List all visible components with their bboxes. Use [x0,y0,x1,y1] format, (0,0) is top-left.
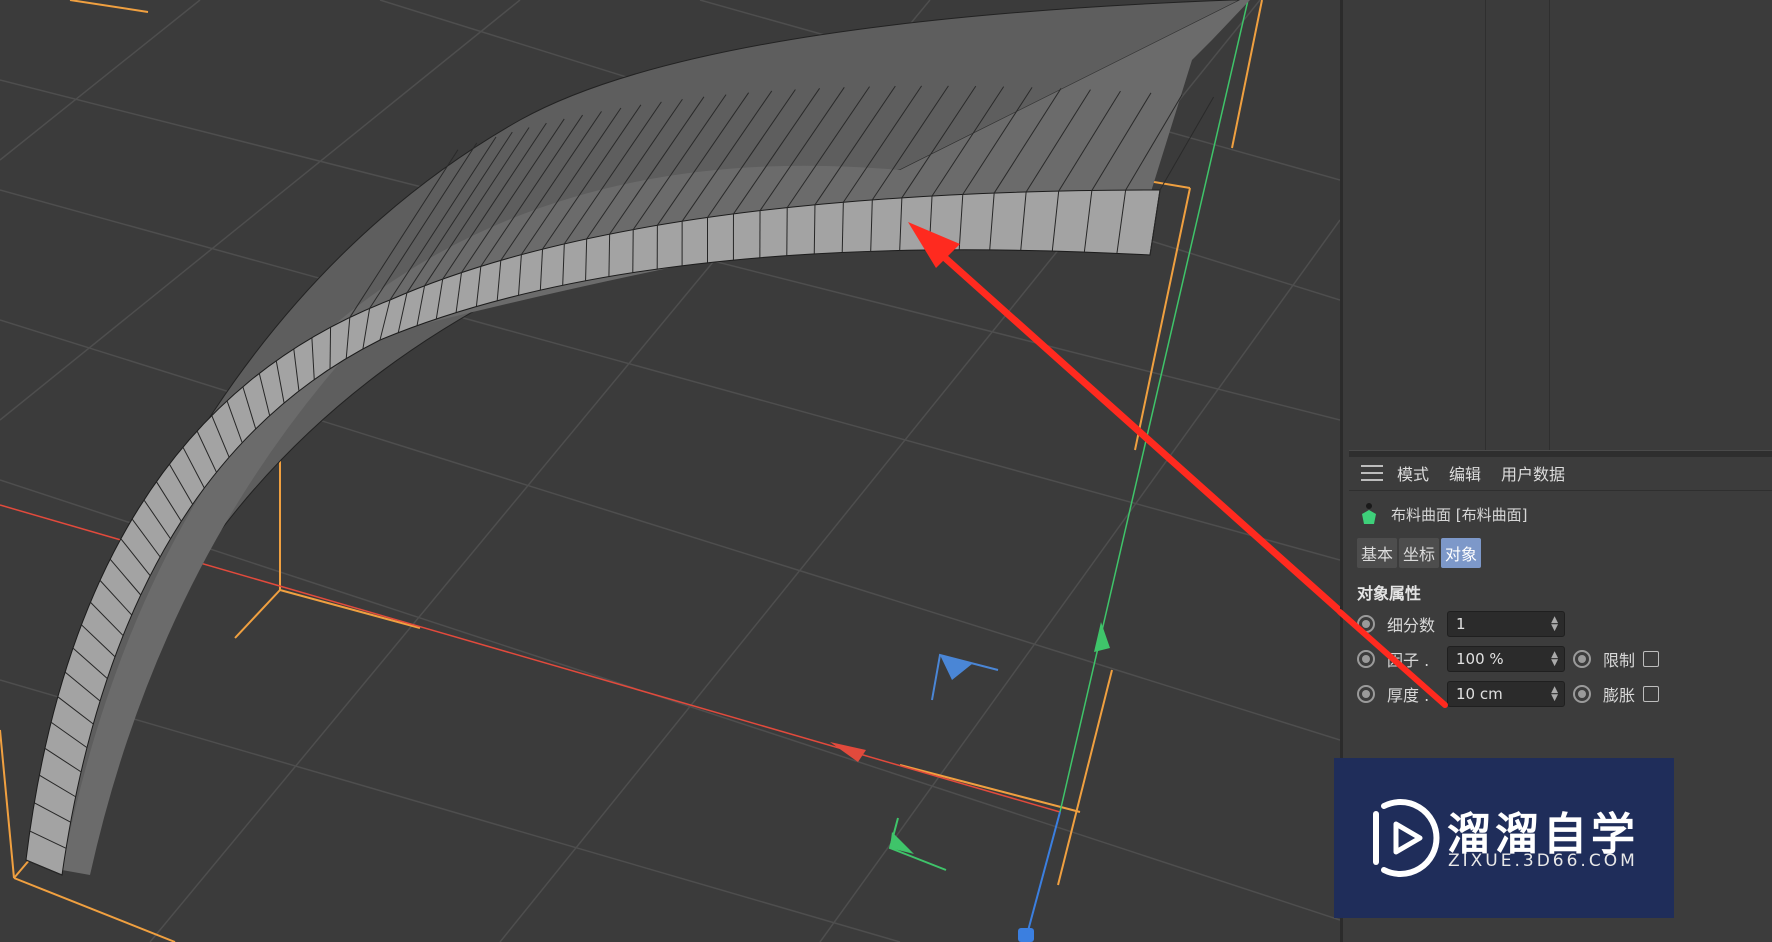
param-thickness: 厚度 . 10 cm ▲ ▼ 膨胀 [1357,681,1660,707]
attribute-menu-bar: 模式 编辑 用户数据 [1349,456,1772,491]
segment-line [608,234,611,277]
param-label: 细分数 [1387,616,1436,635]
thickness-field[interactable]: 10 cm ▲ ▼ [1447,681,1565,707]
play-logo-icon [1373,799,1440,877]
animate-radio-icon[interactable] [1357,650,1375,668]
menu-mode[interactable]: 模式 [1397,461,1429,485]
expand-option: 膨胀 [1573,682,1660,706]
factor-field[interactable]: 100 % ▲ ▼ [1447,646,1565,672]
watermark: 溜溜自学 ZIXUE.3D66.COM [1334,758,1674,918]
expand-checkbox[interactable] [1643,686,1660,702]
z-axis-handle-icon [1018,928,1034,942]
menu-edit[interactable]: 编辑 [1449,461,1481,485]
column-divider [1549,0,1550,450]
expand-label: 膨胀 [1603,686,1636,705]
animate-radio-icon[interactable] [1573,650,1591,668]
3d-viewport[interactable] [0,0,1340,942]
object-header: 布料曲面 [布料曲面] [1349,500,1772,528]
tab-coord[interactable]: 坐标 [1399,538,1440,568]
watermark-subtitle: ZIXUE.3D66.COM [1448,851,1638,871]
animate-radio-icon[interactable] [1357,615,1375,633]
param-label: 因子 . [1387,651,1430,670]
animate-radio-icon[interactable] [1357,685,1375,703]
cloth-surface-icon [1359,502,1379,526]
section-title: 对象属性 [1357,584,1422,603]
tab-object[interactable]: 对象 [1441,538,1482,568]
param-subdivisions: 细分数 1 ▲ ▼ [1357,611,1565,637]
attribute-tabs: 基本 坐标 对象 [1357,538,1483,568]
param-label: 厚度 . [1387,686,1430,705]
field-value[interactable]: 100 % [1456,650,1504,668]
animate-radio-icon[interactable] [1573,685,1591,703]
field-value[interactable]: 1 [1456,615,1466,633]
segment-line [813,204,816,254]
object-name: 布料曲面 [布料曲面] [1391,505,1528,524]
spinner-icon[interactable]: ▲ ▼ [1551,651,1558,668]
param-factor: 因子 . 100 % ▲ ▼ 限制 [1357,646,1660,672]
menu-icon[interactable] [1361,465,1383,481]
tab-basic[interactable]: 基本 [1357,538,1398,568]
subdivisions-field[interactable]: 1 ▲ ▼ [1447,611,1565,637]
viewport-canvas[interactable] [0,0,1340,942]
spinner-icon[interactable]: ▲ ▼ [1551,616,1558,633]
object-manager-area[interactable] [1343,0,1772,450]
segment-line [329,327,332,369]
limit-label: 限制 [1603,651,1636,670]
field-value[interactable]: 10 cm [1456,685,1503,703]
column-divider [1485,0,1486,450]
limit-option: 限制 [1573,647,1660,671]
limit-checkbox[interactable] [1643,651,1660,667]
menu-user-data[interactable]: 用户数据 [1501,461,1565,485]
spinner-icon[interactable]: ▲ ▼ [1551,686,1558,703]
